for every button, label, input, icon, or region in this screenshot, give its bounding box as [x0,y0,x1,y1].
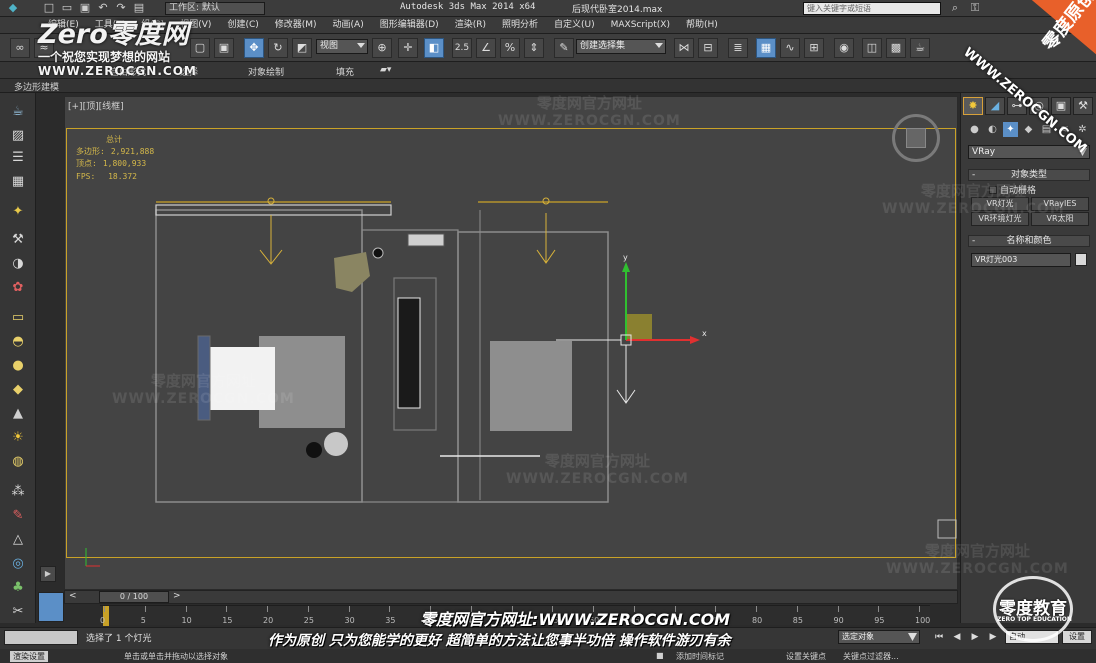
watermark-en: WWW.ZEROCGN.COM [498,113,681,129]
track-tick [267,606,268,612]
collapse-icon: - [972,236,976,246]
lock-icon[interactable]: ■ [656,651,664,660]
side-lamp [306,442,322,458]
create-tab-icon[interactable]: ✸ [963,97,983,115]
light-type-value: VRay [972,147,996,157]
zero-logo: Zero零度网 一个祝您实现梦想的网站 WWW.ZEROCGN.COM [38,19,197,79]
viewport-corner-box [937,519,957,539]
time-next-arrow[interactable]: > [173,591,181,601]
watermark-right: 零度网官方网址 WWW.ZEROCGN.COM [882,180,1065,217]
plant [324,432,348,456]
track-tick [348,606,350,612]
geometry-icon[interactable]: ● [967,122,982,137]
collapse-icon: - [972,170,976,180]
small-box [407,233,445,247]
watermark-left: 零度网官方网址 WWW.ZEROCGN.COM [112,370,295,407]
add-time-tag[interactable]: 添加时间标记 [676,651,724,662]
selected-light-plane [626,314,652,340]
track-tick-label: 35 [385,616,396,625]
name-color-rollout[interactable]: - 名称和颜色 [968,235,1090,247]
track-tick [307,606,309,612]
watermark-cn: 零度网官方网址 [536,94,642,112]
go-to-start-icon[interactable]: ⏮ [932,631,946,644]
watermark-bottom-right: 零度网官方网址 WWW.ZEROCGN.COM [886,540,1069,577]
watermark-cn: 零度网官方网址 [924,542,1030,560]
wardrobe-inner [397,297,421,409]
caption-url: 零度网官方网址:WWW.ZEROCGN.COM [420,610,731,629]
mini-listener-label[interactable]: 渲染设置 [10,651,48,662]
object-name-field[interactable]: VR灯光003 [971,253,1071,267]
time-prev-arrow[interactable]: < [69,591,77,601]
track-tick-label: 10 [181,616,192,625]
track-tick [796,606,798,612]
watermark-en: WWW.ZEROCGN.COM [882,201,1065,217]
maxscript-mini-listener[interactable] [4,630,78,645]
track-tick-label: 80 [752,616,763,625]
key-filters-button[interactable]: 关键点过滤器... [843,651,899,662]
armchair [334,252,370,292]
watermark-center: 零度网官方网址 WWW.ZEROCGN.COM [506,450,689,487]
ceiling-fixture [372,247,384,259]
track-tick-label: 30 [344,616,355,625]
object-color-swatch[interactable] [1075,253,1087,266]
track-tick-label: 0 [100,616,106,625]
track-tick-label: 20 [263,616,274,625]
watermark-en: WWW.ZEROCGN.COM [112,391,295,407]
track-tick-label: 95 [874,616,885,625]
track-tick [104,606,105,612]
key-mode-dropdown[interactable]: 选定对象 [838,630,920,644]
light-target-left [267,197,275,205]
watermark-en: WWW.ZEROCGN.COM [506,471,689,487]
status-row-2: 渲染设置 单击或单击并拖动以选择对象 ■ 添加时间标记 设置关键点 关键点过滤器… [0,649,1096,663]
object-type-title: 对象类型 [1010,170,1047,180]
selection-status: 选择了 1 个灯光 [86,634,152,644]
time-slider[interactable]: < 0 / 100 > [64,590,958,604]
track-tick-label: 100 [915,616,931,625]
watermark-cn: 零度网官方网址 [920,182,1026,200]
track-tick [837,606,839,612]
gizmo-x-label: x [702,329,707,338]
prompt-hint: 单击或单击并拖动以选择对象 [124,652,228,661]
track-tick [389,606,391,612]
gizmo-y-label: y [623,253,628,262]
desk [490,341,572,431]
light-target-right [542,197,550,205]
watermark-top: 零度网官方网址 WWW.ZEROCGN.COM [498,92,681,129]
logo-brand: Zero零度网 [38,19,189,50]
education-logo: 零度教育 ZERO TOP EDUCATION [985,574,1081,644]
logo-url: WWW.ZEROCGN.COM [38,64,197,78]
time-slider-knob[interactable]: 0 / 100 [99,591,169,603]
track-tick-label: 25 [303,616,314,625]
play-icon[interactable]: ▶ [968,631,982,644]
key-mode-value: 选定对象 [842,632,874,641]
set-key-label[interactable]: 设置关键点 [786,651,826,662]
track-tick [226,606,228,612]
track-tick [185,606,187,612]
chevron-down-icon [908,633,917,641]
track-tick-label: 5 [140,616,146,625]
name-color-title: 名称和颜色 [1006,236,1052,246]
track-tick-label: 90 [833,616,844,625]
prev-frame-icon[interactable]: ◀ [950,631,964,644]
track-tick [919,606,920,612]
education-logo-en: ZERO TOP EDUCATION [997,616,1072,623]
track-tick [144,606,146,612]
track-tick-label: 15 [222,616,233,625]
watermark-cn: 零度网官方网址 [150,372,256,390]
gizmo-y-arrowhead [622,262,630,272]
track-tick [878,606,880,612]
logo-slogan: 一个祝您实现梦想的网站 [38,50,171,64]
caption-message: 作为原创 只为您能学的更好 超简单的方法让您事半功倍 操作软件游刃有余 [268,633,731,649]
track-tick-label: 85 [792,616,803,625]
watermark-cn: 零度网官方网址 [544,452,650,470]
track-tick [756,606,757,612]
gizmo-x-arrowhead [690,336,700,344]
